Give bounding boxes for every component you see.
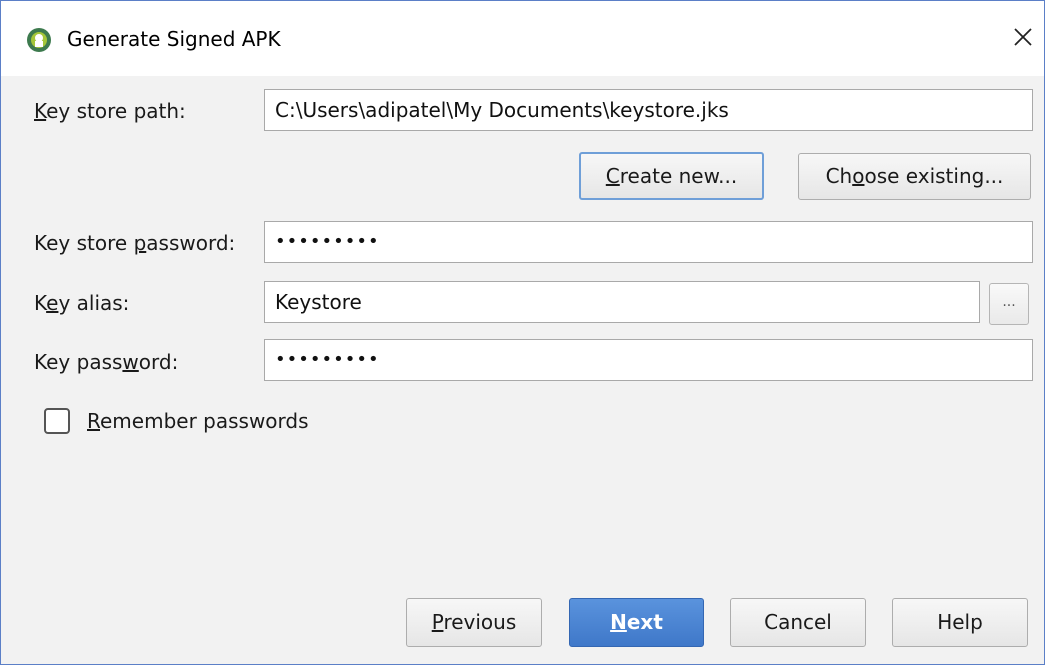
create-new-button[interactable]: Create new... [579,152,764,200]
key-alias-label: Key alias: [34,291,130,315]
close-icon [1014,28,1032,46]
help-button[interactable]: Help [892,598,1028,647]
cancel-button[interactable]: Cancel [730,598,866,647]
key-password-input[interactable]: ••••••••• [264,339,1033,381]
key-alias-input[interactable]: Keystore [264,281,980,323]
previous-button[interactable]: Previous [406,598,542,647]
ellipsis-icon: ... [1002,294,1016,310]
remember-passwords-label[interactable]: Remember passwords [87,408,309,434]
next-button[interactable]: Next [569,598,704,647]
dialog-window: Generate Signed APK Key store path: C:\U… [0,0,1045,665]
choose-existing-button[interactable]: Choose existing... [798,153,1031,200]
key-alias-browse-button[interactable]: ... [989,283,1029,325]
android-studio-icon [27,28,51,52]
keystore-password-label: Key store password: [34,231,236,255]
title-bar: Generate Signed APK [1,1,1044,76]
keystore-path-input[interactable]: C:\Users\adipatel\My Documents\keystore.… [264,89,1033,131]
key-password-label: Key password: [34,350,179,374]
close-button[interactable] [1001,15,1045,59]
keystore-path-label: Key store path: [34,99,186,123]
keystore-password-input[interactable]: ••••••••• [264,221,1033,263]
dialog-title: Generate Signed APK [67,27,281,51]
remember-passwords-checkbox[interactable] [44,408,70,434]
